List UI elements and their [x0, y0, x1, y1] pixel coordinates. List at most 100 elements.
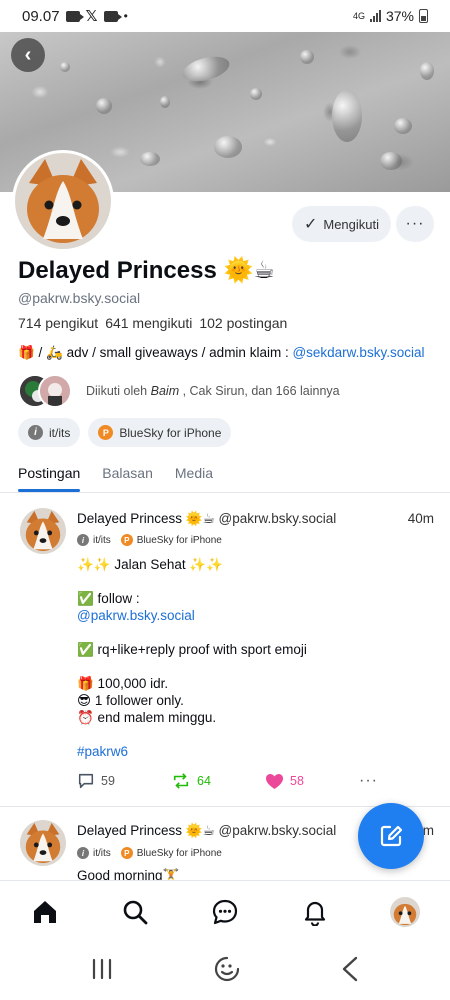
- heart-icon: [266, 773, 283, 789]
- info-icon: i: [77, 534, 89, 546]
- compose-button[interactable]: [358, 803, 424, 869]
- bio-link[interactable]: @sekdarw.bsky.social: [292, 345, 424, 360]
- post-chips: i it/its P BlueSky for iPhone: [77, 847, 222, 859]
- post-author-line: Delayed Princess 🌞☕ @pakrw.bsky.social: [77, 823, 336, 839]
- display-name: Delayed Princess 🌞☕: [18, 257, 275, 284]
- info-icon: i: [28, 425, 43, 440]
- followed-by-prefix: Diikuti oleh: [86, 384, 151, 398]
- post-line: [77, 726, 427, 743]
- post-avatar[interactable]: [20, 820, 66, 866]
- nav-chat[interactable]: [203, 890, 247, 934]
- post-more-button[interactable]: ···: [359, 772, 450, 790]
- follower-avatar: [38, 374, 72, 408]
- client-icon: P: [120, 534, 133, 546]
- client-chip[interactable]: P BlueSky for iPhone: [88, 418, 232, 447]
- compose-icon: [380, 825, 403, 847]
- system-back-icon: [342, 956, 357, 981]
- video-icon-2: [103, 10, 122, 22]
- pronouns-label: it/its: [49, 425, 71, 440]
- repost-button[interactable]: 64: [171, 772, 265, 790]
- x-app-icon: 𝕏: [85, 8, 98, 25]
- followers-count[interactable]: 714 pengikut: [18, 315, 98, 331]
- post-body: ✨✨ Jalan Sehat ✨✨ ✅ follow : @pakrw.bsky…: [77, 556, 427, 760]
- battery-percent: 37%: [385, 8, 414, 24]
- nav-home[interactable]: [23, 890, 67, 934]
- video-icon: [65, 10, 84, 22]
- like-count: 58: [290, 774, 304, 788]
- pronouns-chip[interactable]: i it/its: [18, 418, 81, 447]
- client-label: BlueSky for iPhone: [119, 425, 222, 440]
- reply-icon: [78, 773, 94, 789]
- check-icon: ✓: [303, 216, 318, 233]
- bottom-navigation: [0, 880, 450, 942]
- profile-stats: 714 pengikut 641 mengikuti 102 postingan: [18, 315, 287, 331]
- post-avatar[interactable]: [20, 508, 66, 554]
- info-icon: i: [77, 847, 89, 859]
- system-navigation: [0, 942, 450, 1000]
- more-options-button[interactable]: ···: [396, 206, 434, 242]
- status-bar: 09.07 𝕏 • 4G 37%: [0, 0, 450, 32]
- post-client: BlueSky for iPhone: [136, 847, 222, 859]
- followed-by-name: Baim: [150, 384, 180, 398]
- back-button[interactable]: ‹: [11, 38, 45, 72]
- post-item[interactable]: Delayed Princess 🌞☕ @pakrw.bsky.social 4…: [0, 494, 450, 806]
- post-author[interactable]: Delayed Princess 🌞☕: [77, 823, 215, 838]
- nav-notifications[interactable]: [293, 890, 337, 934]
- reply-button[interactable]: 59: [77, 772, 171, 790]
- profile-avatar[interactable]: [12, 150, 114, 252]
- back-icon: ‹: [24, 43, 32, 66]
- post-line: ✨✨ Jalan Sehat ✨✨: [77, 557, 224, 572]
- following-button[interactable]: ✓ Mengikuti: [292, 206, 391, 242]
- more-icon: ···: [359, 772, 378, 789]
- post-author-line: Delayed Princess 🌞☕ @pakrw.bsky.social: [77, 511, 336, 527]
- post-time: 40m: [407, 511, 434, 526]
- followed-by-text: Diikuti oleh Baim , Cak Sirun, dan 166 l…: [86, 384, 340, 398]
- post-mention-link[interactable]: @pakrw.bsky.social: [77, 607, 427, 624]
- recent-apps-icon: [93, 958, 112, 979]
- post-handle[interactable]: @pakrw.bsky.social: [218, 823, 336, 838]
- search-icon: [123, 900, 148, 924]
- post-line: ⏰ end malem minggu.: [77, 710, 217, 725]
- post-hashtag-link[interactable]: #pakrw6: [77, 743, 427, 760]
- post-line: [77, 573, 427, 590]
- post-pronouns: it/its: [93, 534, 111, 546]
- profile-bio: 🎁 / 🛵 adv / small giveaways / admin klai…: [18, 345, 424, 361]
- more-icon: ···: [405, 215, 425, 232]
- repost-icon: [173, 773, 189, 789]
- tab-posts[interactable]: Postingan: [18, 455, 81, 492]
- client-icon: P: [120, 847, 133, 859]
- recent-apps-button[interactable]: [88, 957, 116, 986]
- post-line: [77, 658, 427, 675]
- notification-dot: •: [123, 9, 128, 23]
- home-icon: [34, 900, 56, 923]
- post-line: ✅ rq+like+reply proof with sport emoji: [77, 642, 307, 657]
- network-type: 4G: [352, 11, 365, 21]
- client-icon: P: [98, 425, 114, 440]
- bell-icon: [304, 901, 326, 926]
- tab-replies[interactable]: Balasan: [102, 455, 153, 492]
- status-time: 09.07: [22, 7, 60, 25]
- post-pronouns: it/its: [93, 847, 111, 859]
- post-client: BlueSky for iPhone: [136, 534, 222, 546]
- post-actions: 59 64 58 ···: [77, 772, 450, 790]
- like-button[interactable]: 58: [265, 773, 359, 790]
- profile-chips: i it/its P BlueSky for iPhone: [18, 418, 232, 447]
- following-count[interactable]: 641 mengikuti: [105, 315, 192, 331]
- profile-handle: @pakrw.bsky.social: [18, 290, 141, 306]
- profile-tabs: Postingan Balasan Media: [0, 455, 450, 493]
- signal-icon: [369, 10, 381, 22]
- assistant-button[interactable]: [213, 955, 241, 988]
- post-author[interactable]: Delayed Princess 🌞☕: [77, 511, 215, 526]
- post-handle[interactable]: @pakrw.bsky.social: [218, 511, 336, 526]
- system-back-button[interactable]: [338, 955, 362, 988]
- post-line: ✅ follow :: [77, 591, 140, 606]
- nav-profile[interactable]: [383, 890, 427, 934]
- following-button-label: Mengikuti: [323, 216, 380, 232]
- nav-search[interactable]: [113, 890, 157, 934]
- assistant-icon: [214, 956, 240, 981]
- battery-icon: [419, 9, 428, 23]
- known-followers[interactable]: Diikuti oleh Baim , Cak Sirun, dan 166 l…: [18, 374, 340, 408]
- tab-media[interactable]: Media: [175, 455, 213, 492]
- bio-text: 🎁 / 🛵 adv / small giveaways / admin klai…: [18, 345, 293, 360]
- posts-count: 102 postingan: [199, 315, 288, 331]
